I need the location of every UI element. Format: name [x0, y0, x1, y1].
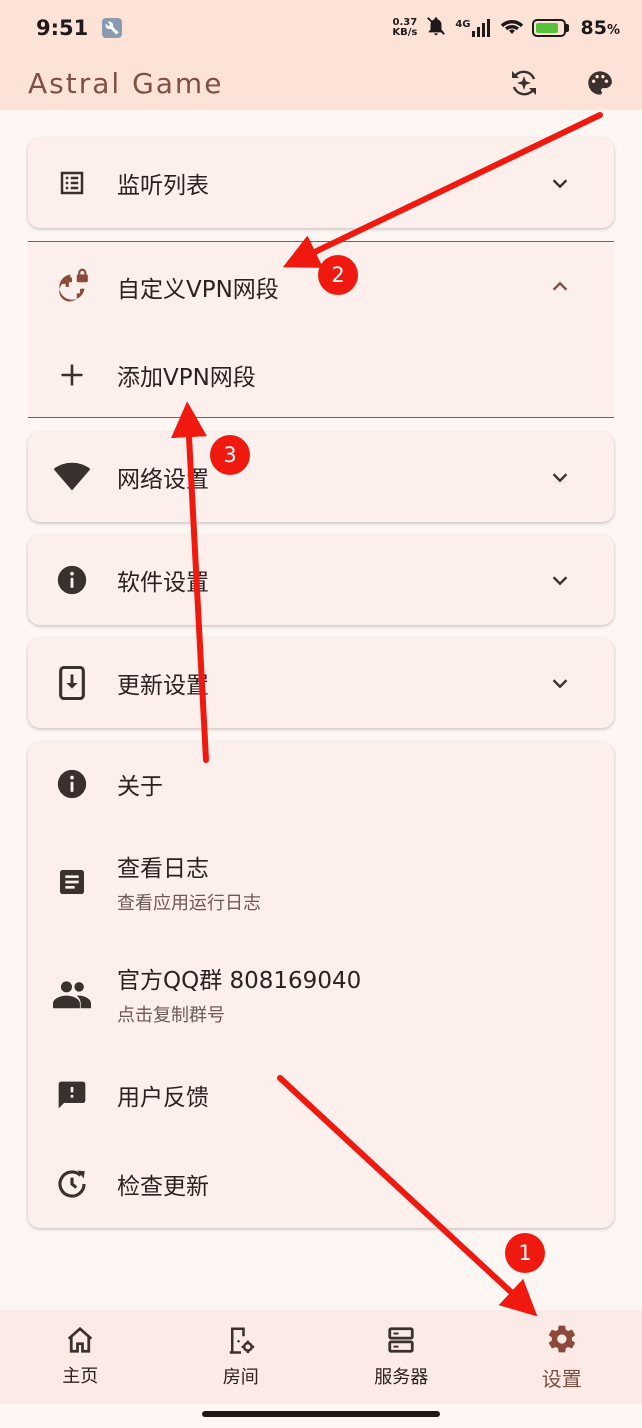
battery-fill	[535, 23, 558, 33]
chevron-down-icon[interactable]	[546, 669, 574, 697]
nav-room[interactable]: 房间	[161, 1310, 322, 1404]
add-vpn-row[interactable]: 添加VPN网段	[28, 332, 614, 418]
status-left: 9:51	[36, 16, 123, 40]
logs-row[interactable]: 查看日志 查看应用运行日志	[28, 826, 614, 938]
nav-home-label: 主页	[62, 1366, 99, 1387]
logs-label: 查看日志	[117, 856, 209, 882]
nav-home[interactable]: 主页	[0, 1310, 161, 1404]
phone-download-icon	[52, 663, 92, 703]
custom-vpn-text: 自定义VPN网段	[117, 270, 279, 304]
nav-settings-label: 设置	[541, 1366, 582, 1391]
about-row[interactable]: 关于	[28, 742, 614, 826]
listen-list-row[interactable]: 监听列表	[28, 138, 614, 228]
mute-bell-icon	[425, 15, 447, 42]
software-card[interactable]: 软件设置	[28, 535, 614, 625]
about-card: 关于 查看日志 查看应用运行日志 官方QQ群 808169040 点击复制群号 …	[28, 742, 614, 1228]
network-text: 网络设置	[117, 460, 209, 494]
history-icon	[52, 1164, 92, 1204]
wifi-icon	[52, 457, 92, 497]
battery-percent: 85%	[580, 17, 620, 39]
listen-list-card[interactable]: 监听列表	[28, 138, 614, 228]
check-update-text: 检查更新	[117, 1167, 209, 1201]
home-icon	[65, 1326, 95, 1358]
listen-list-label: 监听列表	[117, 173, 209, 199]
check-update-label: 检查更新	[117, 1174, 209, 1200]
list-icon	[52, 163, 92, 203]
chevron-down-icon[interactable]	[546, 463, 574, 491]
feedback-label: 用户反馈	[117, 1085, 209, 1111]
network-label: 网络设置	[117, 467, 209, 493]
update-card[interactable]: 更新设置	[28, 638, 614, 728]
plus-icon	[52, 355, 92, 395]
software-label: 软件设置	[117, 570, 209, 596]
update-text: 更新设置	[117, 666, 209, 700]
feedback-icon	[52, 1075, 92, 1115]
nav-room-label: 房间	[222, 1367, 259, 1388]
info-icon	[52, 764, 92, 804]
qq-text: 官方QQ群 808169040 点击复制群号	[117, 961, 361, 1027]
status-right: 0.37 KB/s 4G 85%	[392, 15, 620, 42]
net-speed: 0.37 KB/s	[392, 17, 418, 38]
add-vpn-text: 添加VPN网段	[117, 358, 256, 392]
wrench-icon	[102, 18, 123, 38]
annotation-badge-1: 1	[505, 1233, 545, 1273]
bottom-nav: 主页 房间 服务器 设置	[0, 1310, 642, 1404]
sparkle-refresh-icon[interactable]	[506, 65, 542, 101]
info-icon	[52, 560, 92, 600]
feedback-text: 用户反馈	[117, 1078, 209, 1112]
nav-settings[interactable]: 设置	[482, 1310, 642, 1404]
chevron-down-icon[interactable]	[546, 566, 574, 594]
gear-icon	[546, 1323, 578, 1359]
listen-list-text: 监听列表	[117, 166, 209, 200]
app-actions	[506, 65, 618, 101]
clock: 9:51	[36, 16, 89, 40]
logs-text: 查看日志 查看应用运行日志	[117, 849, 261, 915]
palette-icon[interactable]	[582, 65, 618, 101]
server-icon	[386, 1325, 416, 1359]
network-card[interactable]: 网络设置	[28, 432, 614, 522]
signal-icon: 4G	[455, 19, 491, 37]
article-icon	[52, 862, 92, 902]
about-label: 关于	[117, 774, 163, 800]
chevron-up-icon[interactable]	[546, 273, 574, 301]
update-label: 更新设置	[117, 673, 209, 699]
nav-server[interactable]: 服务器	[321, 1310, 482, 1404]
update-row[interactable]: 更新设置	[28, 638, 614, 728]
qq-label: 官方QQ群 808169040	[117, 968, 362, 994]
gesture-bar[interactable]	[202, 1411, 440, 1417]
status-bar: 9:51 0.37 KB/s 4G 85%	[0, 0, 642, 56]
battery-icon	[531, 19, 569, 37]
qq-row[interactable]: 官方QQ群 808169040 点击复制群号	[28, 938, 614, 1050]
feedback-row[interactable]: 用户反馈	[28, 1050, 614, 1140]
globe-lock-icon	[52, 267, 92, 307]
network-row[interactable]: 网络设置	[28, 432, 614, 522]
nav-server-label: 服务器	[374, 1367, 429, 1388]
annotation-badge-2: 2	[318, 255, 358, 295]
qq-sub: 点击复制群号	[117, 1005, 225, 1026]
about-text: 关于	[117, 767, 163, 801]
people-icon	[52, 974, 92, 1014]
wifi-status-icon	[500, 16, 524, 41]
app-bar: Astral Game	[0, 56, 642, 110]
room-settings-icon	[226, 1325, 256, 1359]
custom-vpn-label: 自定义VPN网段	[117, 277, 279, 303]
app-title: Astral Game	[28, 66, 224, 100]
chevron-down-icon[interactable]	[546, 169, 574, 197]
annotation-badge-3: 3	[210, 435, 250, 475]
software-row[interactable]: 软件设置	[28, 535, 614, 625]
add-vpn-label: 添加VPN网段	[117, 365, 256, 391]
logs-sub: 查看应用运行日志	[117, 893, 261, 914]
check-update-row[interactable]: 检查更新	[28, 1140, 614, 1228]
software-text: 软件设置	[117, 563, 209, 597]
